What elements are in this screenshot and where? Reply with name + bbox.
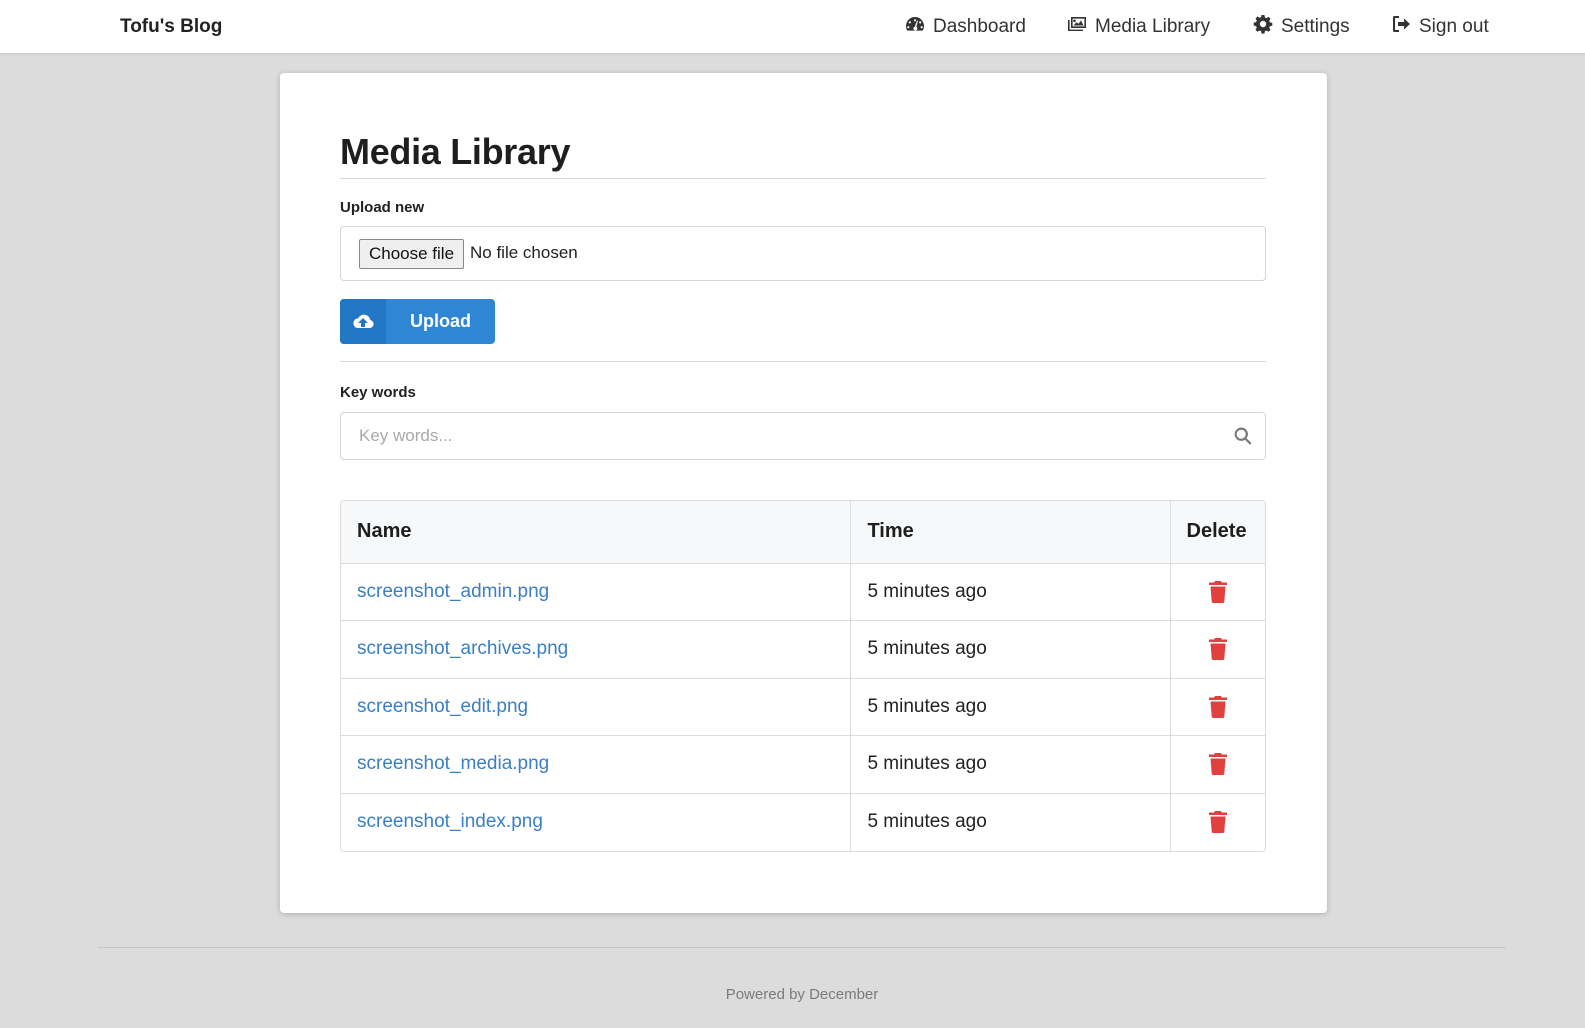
keywords-input[interactable]: [341, 413, 1211, 459]
delete-cell: [1170, 678, 1265, 736]
column-header-delete: Delete: [1170, 501, 1265, 564]
nav-item-dashboard[interactable]: Dashboard: [905, 0, 1026, 54]
table-row: screenshot_archives.png 5 minutes ago: [341, 620, 1265, 679]
file-link[interactable]: screenshot_edit.png: [357, 696, 528, 717]
footer-divider: [98, 947, 1506, 948]
column-header-name[interactable]: Name: [341, 501, 852, 564]
nav-item-media-library[interactable]: Media Library: [1067, 0, 1210, 54]
trash-icon[interactable]: [1208, 580, 1228, 603]
title-divider: [340, 178, 1266, 179]
file-time: 5 minutes ago: [850, 735, 1171, 794]
gear-icon: [1253, 14, 1273, 40]
page-title: Media Library: [340, 131, 571, 172]
delete-cell: [1170, 735, 1265, 794]
file-name-cell: screenshot_index.png: [341, 793, 852, 851]
delete-cell: [1170, 563, 1265, 621]
column-header-time[interactable]: Time: [850, 501, 1171, 564]
file-name-cell: screenshot_edit.png: [341, 678, 852, 736]
file-status-text: No file chosen: [470, 243, 578, 262]
upload-button-label: Upload: [410, 311, 471, 331]
sign-out-icon: [1391, 14, 1411, 40]
search-icon[interactable]: [1233, 426, 1253, 446]
file-time: 5 minutes ago: [850, 563, 1171, 621]
file-link[interactable]: screenshot_admin.png: [357, 581, 549, 602]
table-header-row: Name Time Delete: [341, 501, 1265, 564]
file-time: 5 minutes ago: [850, 678, 1171, 736]
file-name-cell: screenshot_media.png: [341, 735, 852, 794]
section-divider: [340, 361, 1266, 362]
media-table: Name Time Delete screenshot_admin.png 5 …: [340, 500, 1266, 852]
file-link[interactable]: screenshot_index.png: [357, 811, 543, 832]
file-name-cell: screenshot_admin.png: [341, 563, 852, 621]
file-time: 5 minutes ago: [850, 620, 1171, 679]
keywords-label: Key words: [340, 384, 416, 401]
nav-label-settings: Settings: [1281, 16, 1350, 37]
dashboard-icon: [905, 14, 925, 40]
trash-icon[interactable]: [1208, 638, 1228, 661]
delete-cell: [1170, 620, 1265, 679]
table-row: screenshot_admin.png 5 minutes ago: [341, 563, 1265, 621]
nav-label-dashboard: Dashboard: [933, 16, 1026, 37]
media-library-card: Media Library Upload new Choose file No …: [280, 73, 1327, 913]
top-navbar: Tofu's Blog Dashboard Media Library Sett…: [0, 0, 1585, 54]
file-input[interactable]: Choose file No file chosen: [340, 226, 1266, 281]
table-row: screenshot_edit.png 5 minutes ago: [341, 678, 1265, 736]
footer-credit: Powered by December: [725, 986, 879, 1003]
nav-label-media-library: Media Library: [1095, 16, 1211, 37]
brand-link[interactable]: Tofu's Blog: [120, 0, 222, 54]
file-time: 5 minutes ago: [850, 793, 1171, 851]
file-name-cell: screenshot_archives.png: [341, 620, 852, 679]
table-row: screenshot_index.png 5 minutes ago: [341, 793, 1265, 851]
choose-file-button[interactable]: Choose file: [359, 239, 464, 269]
trash-icon[interactable]: [1208, 810, 1228, 833]
delete-cell: [1170, 793, 1265, 851]
upload-button[interactable]: Upload: [340, 299, 495, 344]
file-link[interactable]: screenshot_media.png: [357, 753, 549, 774]
cloud-upload-icon: [340, 299, 386, 344]
trash-icon[interactable]: [1208, 695, 1228, 718]
media-library-icon: [1067, 14, 1087, 40]
nav-item-settings[interactable]: Settings: [1253, 0, 1350, 54]
file-link[interactable]: screenshot_archives.png: [357, 638, 568, 659]
keywords-search-box: [340, 412, 1266, 460]
upload-label: Upload new: [340, 199, 425, 216]
trash-icon[interactable]: [1208, 753, 1228, 776]
nav-label-sign-out: Sign out: [1419, 16, 1489, 37]
table-row: screenshot_media.png 5 minutes ago: [341, 735, 1265, 794]
nav-item-sign-out[interactable]: Sign out: [1391, 0, 1489, 54]
